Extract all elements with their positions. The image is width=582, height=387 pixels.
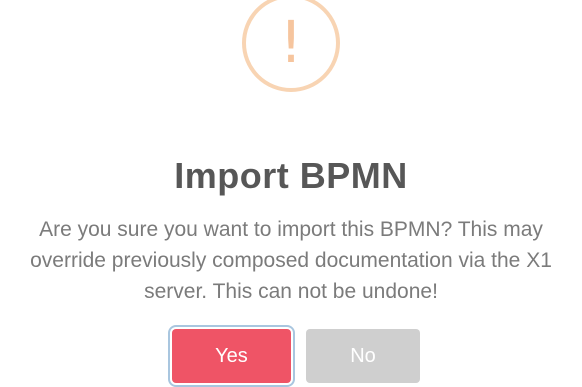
- dialog-title: Import BPMN: [174, 155, 408, 196]
- yes-button[interactable]: Yes: [172, 329, 291, 383]
- dialog-message-line: server. This can not be undone!: [144, 280, 438, 303]
- exclamation-mark-icon: !: [279, 8, 303, 76]
- dialog-message-line: override previously composed documentati…: [30, 249, 552, 272]
- dialog-message: Are you sure you want to import this BPM…: [0, 214, 582, 307]
- confirm-dialog: ! Import BPMN Are you sure you want to i…: [0, 0, 582, 387]
- warning-icon: !: [242, 0, 340, 92]
- no-button[interactable]: No: [306, 329, 420, 383]
- dialog-message-line: Are you sure you want to import this BPM…: [39, 218, 543, 241]
